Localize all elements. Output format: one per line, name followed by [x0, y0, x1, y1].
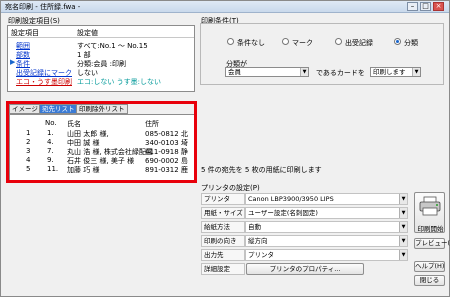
- radio-category[interactable]: [394, 38, 401, 45]
- chevron-down-icon: ▼: [399, 236, 407, 246]
- radio-record-label: 出受記録: [345, 39, 373, 47]
- chevron-down-icon: ▼: [300, 68, 308, 76]
- radio-record[interactable]: [335, 38, 342, 45]
- window-title: 宛名印刷 - 住所録.fwa -: [5, 3, 81, 11]
- maximize-button[interactable]: □: [420, 2, 431, 11]
- card-label: であるカードを: [316, 69, 365, 77]
- summary-text: 5 件の宛先を 5 枚の用紙に印刷します: [201, 166, 322, 174]
- preview-button[interactable]: プレビュー(V): [414, 238, 450, 249]
- highlight-box: [6, 101, 197, 183]
- category-select[interactable]: 会員 ▼: [225, 67, 309, 77]
- output-label: 出力先: [201, 249, 245, 261]
- paper-source-label: 給紙方法: [201, 221, 245, 233]
- close-window-button[interactable]: ×: [433, 2, 444, 11]
- print-dialog: 宛名印刷 - 住所録.fwa - – □ × 印刷設定項目(S) 設定項目 設定…: [0, 0, 450, 297]
- paper-source-select[interactable]: 自動 ▼: [245, 221, 408, 233]
- chevron-down-icon: ▼: [399, 250, 407, 260]
- minimize-button[interactable]: –: [407, 2, 418, 11]
- chevron-down-icon: ▼: [399, 194, 407, 204]
- printer-label: プリンタ: [201, 193, 245, 205]
- orientation-select[interactable]: 縦方向 ▼: [245, 235, 408, 247]
- radio-none-label: 条件なし: [237, 39, 265, 47]
- paper-size-label: 用紙・サイズ: [201, 207, 245, 219]
- chevron-down-icon: ▼: [399, 222, 407, 232]
- printer-properties-button[interactable]: プリンタのプロパティ...: [246, 263, 364, 275]
- radio-mark-label: マーク: [292, 39, 313, 47]
- settings-list: 設定項目 設定値 範囲 すべて:No.1 ～ No.15 部数 1 部 ▶ 条件…: [7, 25, 195, 92]
- radio-mark[interactable]: [282, 38, 289, 45]
- orientation-label: 印刷の向き: [201, 235, 245, 247]
- selected-arrow-icon: ▶: [10, 58, 16, 66]
- output-select[interactable]: プリンタ ▼: [245, 249, 408, 261]
- printer-select[interactable]: Canon LBP3900/3950 LIPS ▼: [245, 193, 408, 205]
- print-start-label: 印刷開始: [417, 225, 444, 233]
- chevron-down-icon: ▼: [412, 68, 420, 76]
- setting-eco-value: エコ:しない うす墨:しない: [77, 78, 161, 86]
- chevron-down-icon: ▼: [399, 208, 407, 218]
- setting-eco[interactable]: エコ・うす墨印刷: [16, 77, 72, 87]
- close-button[interactable]: 閉じる: [414, 275, 445, 286]
- title-bar: 宛名印刷 - 住所録.fwa - – □ ×: [1, 1, 449, 13]
- paper-size-select[interactable]: ユーザー設定(名刺固定) ▼: [245, 207, 408, 219]
- radio-none[interactable]: [227, 38, 234, 45]
- printer-icon: [419, 196, 441, 216]
- radio-category-label: 分類: [404, 39, 418, 47]
- action-select[interactable]: 印刷します ▼: [370, 67, 421, 77]
- preview-area: [9, 191, 196, 291]
- printer-group-label: プリンタの設定(P): [201, 184, 260, 192]
- detail-settings-label: 詳細設定: [201, 263, 245, 275]
- help-button[interactable]: ヘルプ(H): [414, 261, 445, 272]
- print-start-button[interactable]: 印刷開始: [414, 192, 445, 233]
